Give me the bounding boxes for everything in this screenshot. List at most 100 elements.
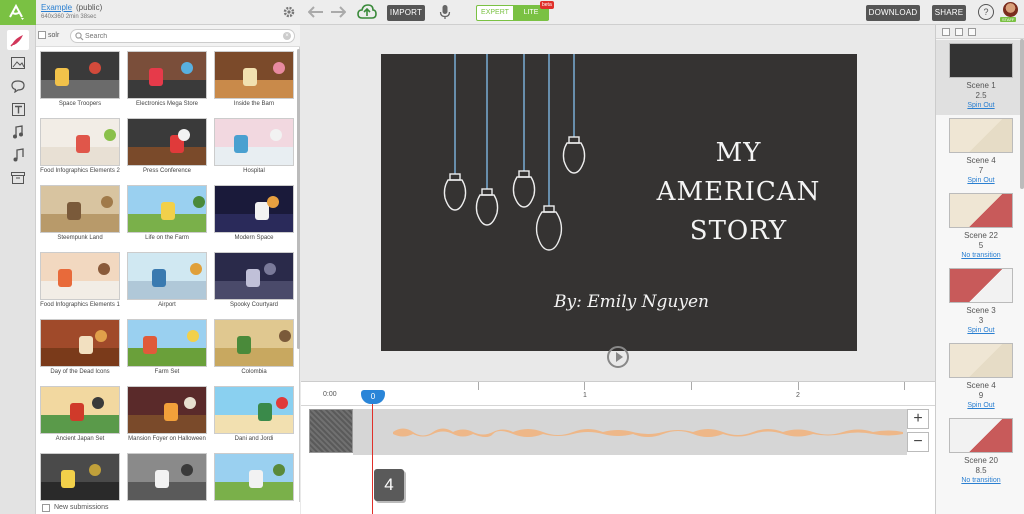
- library-item[interactable]: Spooky Courtyard: [214, 252, 294, 316]
- library-item[interactable]: Food Infographics Elements 2: [40, 118, 120, 182]
- thumbnail-figure: [95, 330, 107, 342]
- redo-icon[interactable]: [330, 5, 346, 19]
- clear-search-icon[interactable]: ×: [283, 32, 291, 40]
- slide-byline[interactable]: By: Emily Nguyen: [554, 292, 804, 312]
- mode-expert-option[interactable]: EXPERT: [477, 6, 513, 20]
- library-item[interactable]: Space Troopers: [40, 51, 120, 115]
- gear-icon[interactable]: [282, 5, 296, 19]
- audio-track[interactable]: [353, 409, 907, 455]
- zoom-in-button[interactable]: +: [907, 409, 929, 429]
- scene-thumbnail: [949, 418, 1013, 453]
- library-item[interactable]: Ancient Japan Set: [40, 386, 120, 450]
- tool-backgrounds[interactable]: [7, 53, 29, 73]
- new-submissions-row: New submissions: [36, 502, 300, 514]
- microphone-icon[interactable]: [439, 4, 451, 20]
- scene-transition-link[interactable]: Spin Out: [936, 102, 1024, 109]
- slide-title-line-3: STORY: [689, 216, 788, 246]
- tool-text[interactable]: [7, 99, 29, 119]
- library-item[interactable]: Food Infographics Elements 1: [40, 252, 120, 316]
- archive-icon: [11, 172, 25, 184]
- library-item[interactable]: Inside the Barn: [214, 51, 294, 115]
- duplicate-scene-icon[interactable]: [955, 28, 963, 36]
- thumbnail-ground: [41, 482, 119, 500]
- library-item[interactable]: Hospital: [214, 118, 294, 182]
- library-item[interactable]: Life on the Farm: [127, 185, 207, 249]
- thumbnail-figure: [92, 397, 104, 409]
- thumbnail-figure: [258, 403, 272, 421]
- share-button[interactable]: SHARE: [932, 5, 966, 21]
- download-button[interactable]: DOWNLOAD: [866, 5, 920, 21]
- thumbnail-figure: [237, 336, 251, 354]
- library-item[interactable]: Dani and Jordi: [214, 386, 294, 450]
- library-item[interactable]: Farm Set: [127, 319, 207, 383]
- library-item[interactable]: Mansion Foyer on Halloween: [127, 386, 207, 450]
- import-button[interactable]: IMPORT: [387, 5, 425, 21]
- library-item-label: Day of the Dead Icons: [50, 369, 110, 375]
- scene-item[interactable]: Scene 1 2.5 Spin Out: [936, 40, 1020, 115]
- project-visibility: (public): [76, 3, 103, 12]
- scene-options-icon[interactable]: [968, 28, 976, 36]
- library-item-thumbnail: [127, 118, 207, 166]
- scene-item[interactable]: Scene 4 7 Spin Out: [936, 115, 1020, 190]
- thumbnail-figure: [61, 470, 75, 488]
- thumbnail-ground: [128, 80, 206, 98]
- library-item-thumbnail: [127, 386, 207, 434]
- library-search-input[interactable]: [85, 31, 275, 41]
- thumbnail-backdrop: [128, 52, 206, 80]
- scene-item[interactable]: Scene 22 5 No transition: [936, 190, 1020, 265]
- library-item[interactable]: Modern Space: [214, 185, 294, 249]
- library-item-thumbnail: [40, 252, 120, 300]
- tool-sound-effects[interactable]: [7, 122, 29, 142]
- thumbnail-ground: [41, 281, 119, 299]
- scene-item[interactable]: Scene 4 9 Spin Out: [936, 340, 1020, 415]
- slide-title-line-1: MY: [715, 138, 762, 168]
- new-submissions-checkbox[interactable]: [42, 504, 50, 512]
- library-item[interactable]: Press Conference: [127, 118, 207, 182]
- scene-transition-link[interactable]: Spin Out: [936, 177, 1024, 184]
- asset-count-badge[interactable]: 4: [374, 469, 404, 501]
- undo-icon[interactable]: [308, 5, 324, 19]
- scene-name: Scene 4: [966, 381, 996, 390]
- scene-transition-link[interactable]: No transition: [936, 252, 1024, 259]
- user-avatar[interactable]: [1003, 2, 1018, 17]
- add-scene-icon[interactable]: [942, 28, 950, 36]
- scene-transition-link[interactable]: Spin Out: [936, 402, 1024, 409]
- library-scrollbar[interactable]: [297, 49, 300, 349]
- timeline-ruler[interactable]: 0:00 1 2: [301, 382, 935, 406]
- scene-transition-link[interactable]: No transition: [936, 477, 1024, 484]
- project-name-link[interactable]: Example: [41, 3, 72, 12]
- scene-canvas[interactable]: MY AMERICAN STORY By: Emily Nguyen: [381, 54, 857, 351]
- scene-duration: 2.5: [975, 91, 987, 100]
- library-item[interactable]: Electronics Mega Store: [127, 51, 207, 115]
- scene-item[interactable]: Scene 3 3 Spin Out: [936, 265, 1020, 340]
- cloud-upload-icon[interactable]: [357, 3, 377, 21]
- library-item[interactable]: Airport: [127, 252, 207, 316]
- tool-music[interactable]: [7, 145, 29, 165]
- app-logo[interactable]: [0, 0, 36, 25]
- tool-templates[interactable]: [7, 168, 29, 188]
- thumbnail-figure: [270, 129, 282, 141]
- tool-characters[interactable]: [7, 30, 29, 50]
- scene-item[interactable]: Scene 20 8.5 No transition: [936, 415, 1020, 490]
- scene-thumbnail: [949, 268, 1013, 303]
- library-search-box[interactable]: ×: [70, 29, 295, 43]
- thumbnail-backdrop: [215, 119, 293, 147]
- thumbnail-figure: [234, 135, 248, 153]
- zoom-out-button[interactable]: −: [907, 432, 929, 452]
- library-item[interactable]: Colombia: [214, 319, 294, 383]
- scene-list-scrollbar[interactable]: [1020, 39, 1024, 189]
- play-button[interactable]: [607, 346, 629, 368]
- scene-duration: 8.5: [975, 466, 987, 475]
- help-button[interactable]: ?: [978, 4, 994, 20]
- scene-transition-link[interactable]: Spin Out: [936, 327, 1024, 334]
- library-item[interactable]: Day of the Dead Icons: [40, 319, 120, 383]
- slide-title[interactable]: MY AMERICAN STORY: [636, 134, 841, 251]
- solr-checkbox[interactable]: [38, 31, 46, 39]
- tool-speech-bubbles[interactable]: [7, 76, 29, 96]
- thumbnail-figure: [276, 397, 288, 409]
- library-item[interactable]: Steempunk Land: [40, 185, 120, 249]
- thumbnail-figure: [178, 129, 190, 141]
- thumbnail-figure: [101, 196, 113, 208]
- mode-toggle[interactable]: EXPERT LITE: [476, 5, 549, 21]
- timeline-scene-thumbnail[interactable]: [309, 409, 353, 453]
